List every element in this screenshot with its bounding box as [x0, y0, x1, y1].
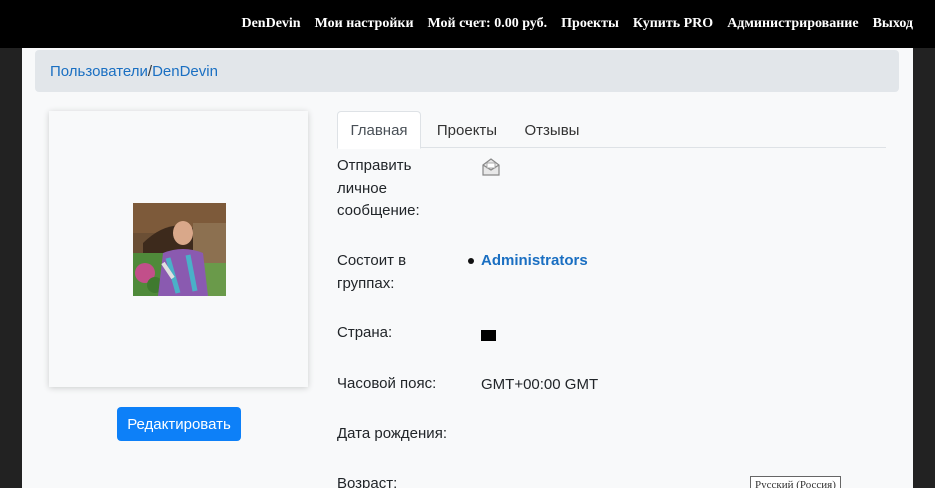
- top-navbar: DenDevin Мои настройки Мой счет: 0.00 ру…: [0, 0, 935, 48]
- tab-main[interactable]: Главная: [337, 111, 421, 149]
- avatar-card: [49, 111, 308, 387]
- nav-logout-link[interactable]: Выход: [873, 16, 913, 32]
- breadcrumb: Пользователи / DenDevin: [35, 50, 899, 92]
- groups-label-line: группах:: [337, 274, 395, 292]
- top-nav-menu: DenDevin Мои настройки Мой счет: 0.00 ру…: [241, 0, 913, 48]
- groups-label-line: Состоит в: [337, 252, 407, 269]
- avatar: [133, 203, 226, 296]
- main-content: Пользователи / DenDevin Редактировать Глав…: [22, 48, 913, 488]
- envelope-icon[interactable]: [481, 157, 501, 177]
- nav-username-link[interactable]: DenDevin: [241, 16, 300, 32]
- list-bullet: [468, 258, 474, 264]
- tab-projects[interactable]: Проекты: [425, 111, 509, 149]
- send-message-label-line: сообщение:: [337, 202, 420, 219]
- groups-label: Состоит в группах:: [337, 250, 406, 295]
- breadcrumb-current-link[interactable]: DenDevin: [152, 63, 218, 80]
- tab-reviews[interactable]: Отзывы: [512, 111, 592, 149]
- send-message-label: Отправить личное сообщение:: [337, 155, 420, 223]
- nav-admin-link[interactable]: Администрирование: [727, 16, 858, 32]
- country-label: Страна:: [337, 324, 393, 341]
- timezone-label: Часовой пояс:: [337, 375, 437, 392]
- nav-settings-link[interactable]: Мои настройки: [315, 16, 414, 32]
- nav-buy-pro-link[interactable]: Купить PRO: [633, 16, 713, 32]
- group-administrators-link[interactable]: Administrators: [481, 252, 588, 269]
- breadcrumb-users-link[interactable]: Пользователи: [50, 63, 148, 80]
- age-label: Возраст:: [337, 475, 398, 488]
- nav-account-balance-link[interactable]: Мой счет: 0.00 руб.: [428, 16, 548, 32]
- profile-tabs: Главная Проекты Отзывы: [337, 111, 886, 149]
- send-message-label-line: Отправить: [337, 157, 412, 174]
- flag-icon: [481, 330, 496, 341]
- birthday-label: Дата рождения:: [337, 425, 447, 442]
- timezone-value: GMT+00:00 GMT: [481, 376, 599, 393]
- edit-profile-button[interactable]: Редактировать: [117, 407, 241, 441]
- send-message-label-line: личное: [337, 179, 387, 197]
- nav-projects-link[interactable]: Проекты: [561, 16, 619, 32]
- language-badge[interactable]: Русский (Россия): [750, 476, 841, 488]
